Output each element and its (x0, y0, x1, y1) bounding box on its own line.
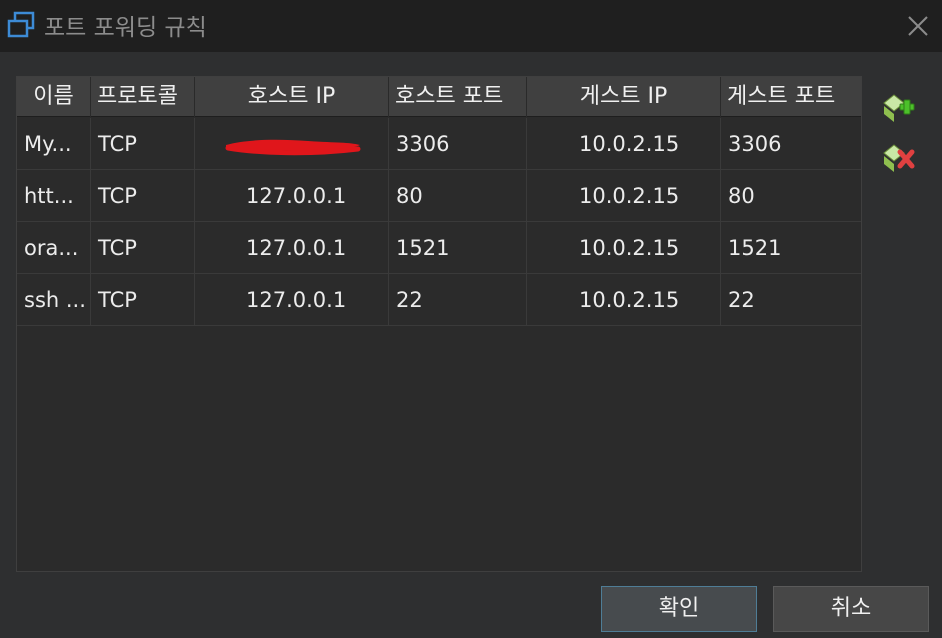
cancel-button[interactable]: 취소 (773, 586, 929, 632)
cell-guest-ip[interactable]: 10.0.2.15 (527, 274, 721, 326)
app-window-icon (7, 11, 35, 38)
cell-guest-ip[interactable]: 10.0.2.15 (527, 222, 721, 274)
cell-name[interactable]: htt... (17, 170, 91, 222)
cell-guest-port[interactable]: 22 (721, 274, 861, 326)
column-header-guest-ip[interactable]: 게스트 IP (527, 77, 721, 117)
close-icon[interactable] (898, 6, 938, 46)
cell-host-port[interactable]: 22 (389, 274, 527, 326)
add-rule-icon[interactable] (882, 92, 916, 126)
remove-rule-icon[interactable] (882, 142, 916, 176)
redaction-mark (225, 139, 361, 156)
cell-host-ip[interactable]: 127.0.0.1 (195, 222, 389, 274)
table-header: 이름 프로토콜 호스트 IP 호스트 포트 게스트 IP 게스트 포트 (17, 77, 861, 117)
cell-host-port[interactable]: 1521 (389, 222, 527, 274)
table-row[interactable]: My... TCP 3306 10.0.2.15 3306 (17, 118, 861, 170)
column-header-guest-port[interactable]: 게스트 포트 (721, 77, 861, 117)
ok-button[interactable]: 확인 (601, 586, 757, 632)
cell-protocol[interactable]: TCP (91, 222, 195, 274)
cell-name[interactable]: ssh ... (17, 274, 91, 326)
cell-guest-port[interactable]: 80 (721, 170, 861, 222)
cell-guest-port[interactable]: 1521 (721, 222, 861, 274)
column-header-name[interactable]: 이름 (17, 77, 91, 117)
table-row[interactable]: ssh ... TCP 127.0.0.1 22 10.0.2.15 22 (17, 274, 861, 326)
cell-name[interactable]: ora... (17, 222, 91, 274)
cell-host-port[interactable]: 80 (389, 170, 527, 222)
title-bar: 포트 포워딩 규칙 (0, 0, 942, 52)
column-header-protocol[interactable]: 프로토콜 (91, 77, 195, 117)
window-title: 포트 포워딩 규칙 (44, 15, 207, 41)
cell-guest-port[interactable]: 3306 (721, 118, 861, 170)
cell-host-ip[interactable]: 127.0.0.1 (195, 170, 389, 222)
cell-protocol[interactable]: TCP (91, 118, 195, 170)
cell-host-port[interactable]: 3306 (389, 118, 527, 170)
port-forwarding-table[interactable]: 이름 프로토콜 호스트 IP 호스트 포트 게스트 IP 게스트 포트 My..… (16, 76, 862, 572)
column-header-host-port[interactable]: 호스트 포트 (389, 77, 527, 117)
cell-host-ip[interactable]: 127.0.0.1 (195, 274, 389, 326)
cell-protocol[interactable]: TCP (91, 274, 195, 326)
table-row[interactable]: htt... TCP 127.0.0.1 80 10.0.2.15 80 (17, 170, 861, 222)
cell-protocol[interactable]: TCP (91, 170, 195, 222)
cell-guest-ip[interactable]: 10.0.2.15 (527, 118, 721, 170)
column-header-host-ip[interactable]: 호스트 IP (195, 77, 389, 117)
cell-name[interactable]: My... (17, 118, 91, 170)
table-row[interactable]: ora... TCP 127.0.0.1 1521 10.0.2.15 1521 (17, 222, 861, 274)
cell-guest-ip[interactable]: 10.0.2.15 (527, 170, 721, 222)
